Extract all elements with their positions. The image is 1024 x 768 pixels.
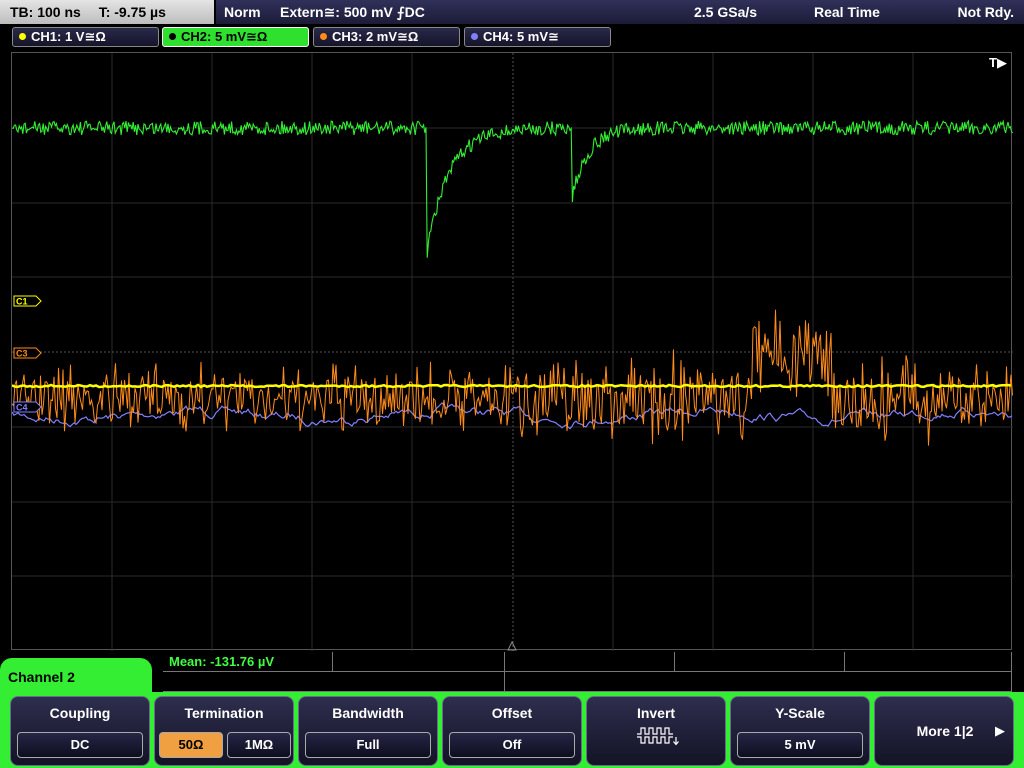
run-state: Not Rdy. [957, 4, 1014, 20]
yscale-value[interactable]: 5 mV [737, 732, 863, 758]
channel-marker-label: C3 [16, 349, 28, 359]
sample-rate: 2.5 GSa/s [694, 4, 758, 20]
invert-waveform-icon [637, 727, 679, 746]
measurement-cell-1[interactable]: Mean: -131.76 µV [163, 652, 333, 672]
measurement-cell-4[interactable] [675, 652, 845, 672]
coupling-softkey[interactable]: Coupling DC [10, 696, 150, 766]
timebase-box[interactable]: TB: 100 ns T: -9.75 µs [0, 0, 214, 24]
channel-tab-label: CH2: 5 mV≅Ω [181, 29, 268, 44]
measurement-bar: Mean: -131.76 µV [163, 652, 1012, 692]
channel-tab-ch1[interactable]: CH1: 1 V≅Ω [12, 27, 159, 47]
ch3-trace [12, 309, 1013, 446]
more-softkey[interactable]: More 1|2 ▶ [874, 696, 1014, 766]
channel-color-dot [471, 33, 478, 40]
measurement-cell-2[interactable] [333, 652, 505, 672]
status-bar: TB: 100 ns T: -9.75 µs Norm Extern≅: 500… [0, 0, 1024, 24]
channel-tab-label: CH3: 2 mV≅Ω [332, 29, 419, 44]
trigger-mode: Norm [224, 4, 261, 20]
menu-title: Channel 2 [0, 658, 152, 694]
invert-title: Invert [636, 705, 676, 721]
offset-softkey[interactable]: Offset Off [442, 696, 582, 766]
channel-tab-label: CH4: 5 mV≅ [483, 29, 559, 44]
bandwidth-value[interactable]: Full [305, 732, 431, 758]
measurement-cell-3[interactable] [505, 652, 675, 672]
termination-softkey[interactable]: Termination 50Ω 1MΩ [154, 696, 294, 766]
timebase-value: TB: 100 ns [10, 4, 81, 20]
channel-marker-c3: C3 [13, 347, 42, 359]
trigger-position-marker[interactable]: T▶ [989, 55, 1007, 71]
termination-title: Termination [184, 705, 264, 721]
bandwidth-softkey[interactable]: Bandwidth Full [298, 696, 438, 766]
trigger-position-arrow [507, 640, 517, 651]
channel-marker-c4: C4 [13, 401, 42, 413]
termination-1mohm-option[interactable]: 1MΩ [227, 732, 291, 758]
channel-tab-ch2[interactable]: CH2: 5 mV≅Ω [162, 27, 309, 47]
yscale-softkey[interactable]: Y-Scale 5 mV [730, 696, 870, 766]
channel-tab-label: CH1: 1 V≅Ω [31, 29, 106, 44]
coupling-value[interactable]: DC [17, 732, 143, 758]
graticule-grid [12, 53, 1013, 651]
offset-value[interactable]: Off [449, 732, 575, 758]
channel-tab-ch3[interactable]: CH3: 2 mV≅Ω [313, 27, 460, 47]
ch2-trace [12, 119, 1013, 258]
mean-measurement: Mean: -131.76 µV [169, 654, 275, 669]
more-label: More 1|2 [916, 723, 974, 739]
channel-color-dot [19, 33, 26, 40]
waveform-display[interactable]: C1 C3 C4 T▶ [11, 52, 1013, 651]
channel-tab-ch4[interactable]: CH4: 5 mV≅ [464, 27, 611, 47]
measurement-cell-7[interactable] [505, 672, 1012, 692]
yscale-title: Y-Scale [775, 705, 825, 721]
termination-50ohm-option[interactable]: 50Ω [159, 732, 223, 758]
ch1-trace [12, 383, 1012, 389]
offset-title: Offset [491, 705, 533, 721]
waveform-traces [12, 119, 1013, 446]
invert-softkey[interactable]: Invert [586, 696, 726, 766]
channel-marker-c1: C1 [13, 295, 42, 307]
channel-marker-label: C4 [16, 403, 28, 413]
trigger-time-value: T: -9.75 µs [98, 4, 166, 20]
channel-markers: C1 C3 C4 [13, 295, 42, 413]
coupling-title: Coupling [49, 705, 111, 721]
trigger-source: Extern≅: 500 mV ⨍DC [280, 4, 425, 20]
bandwidth-title: Bandwidth [332, 705, 404, 721]
measurement-cell-6[interactable] [163, 672, 505, 692]
channel-color-dot [169, 33, 176, 40]
channel-color-dot [320, 33, 327, 40]
trigger-status-strip[interactable]: Norm Extern≅: 500 mV ⨍DC 2.5 GSa/s Real … [216, 0, 1024, 24]
arrow-right-icon: ▶ [995, 723, 1005, 738]
channel-tabs: CH1: 1 V≅Ω CH2: 5 mV≅Ω CH3: 2 mV≅Ω CH4: … [0, 26, 1024, 48]
channel-marker-label: C1 [16, 297, 28, 307]
waveform-canvas: C1 C3 C4 [12, 53, 1013, 651]
acquisition-mode: Real Time [814, 4, 880, 20]
measurement-cell-5[interactable] [845, 652, 1012, 672]
